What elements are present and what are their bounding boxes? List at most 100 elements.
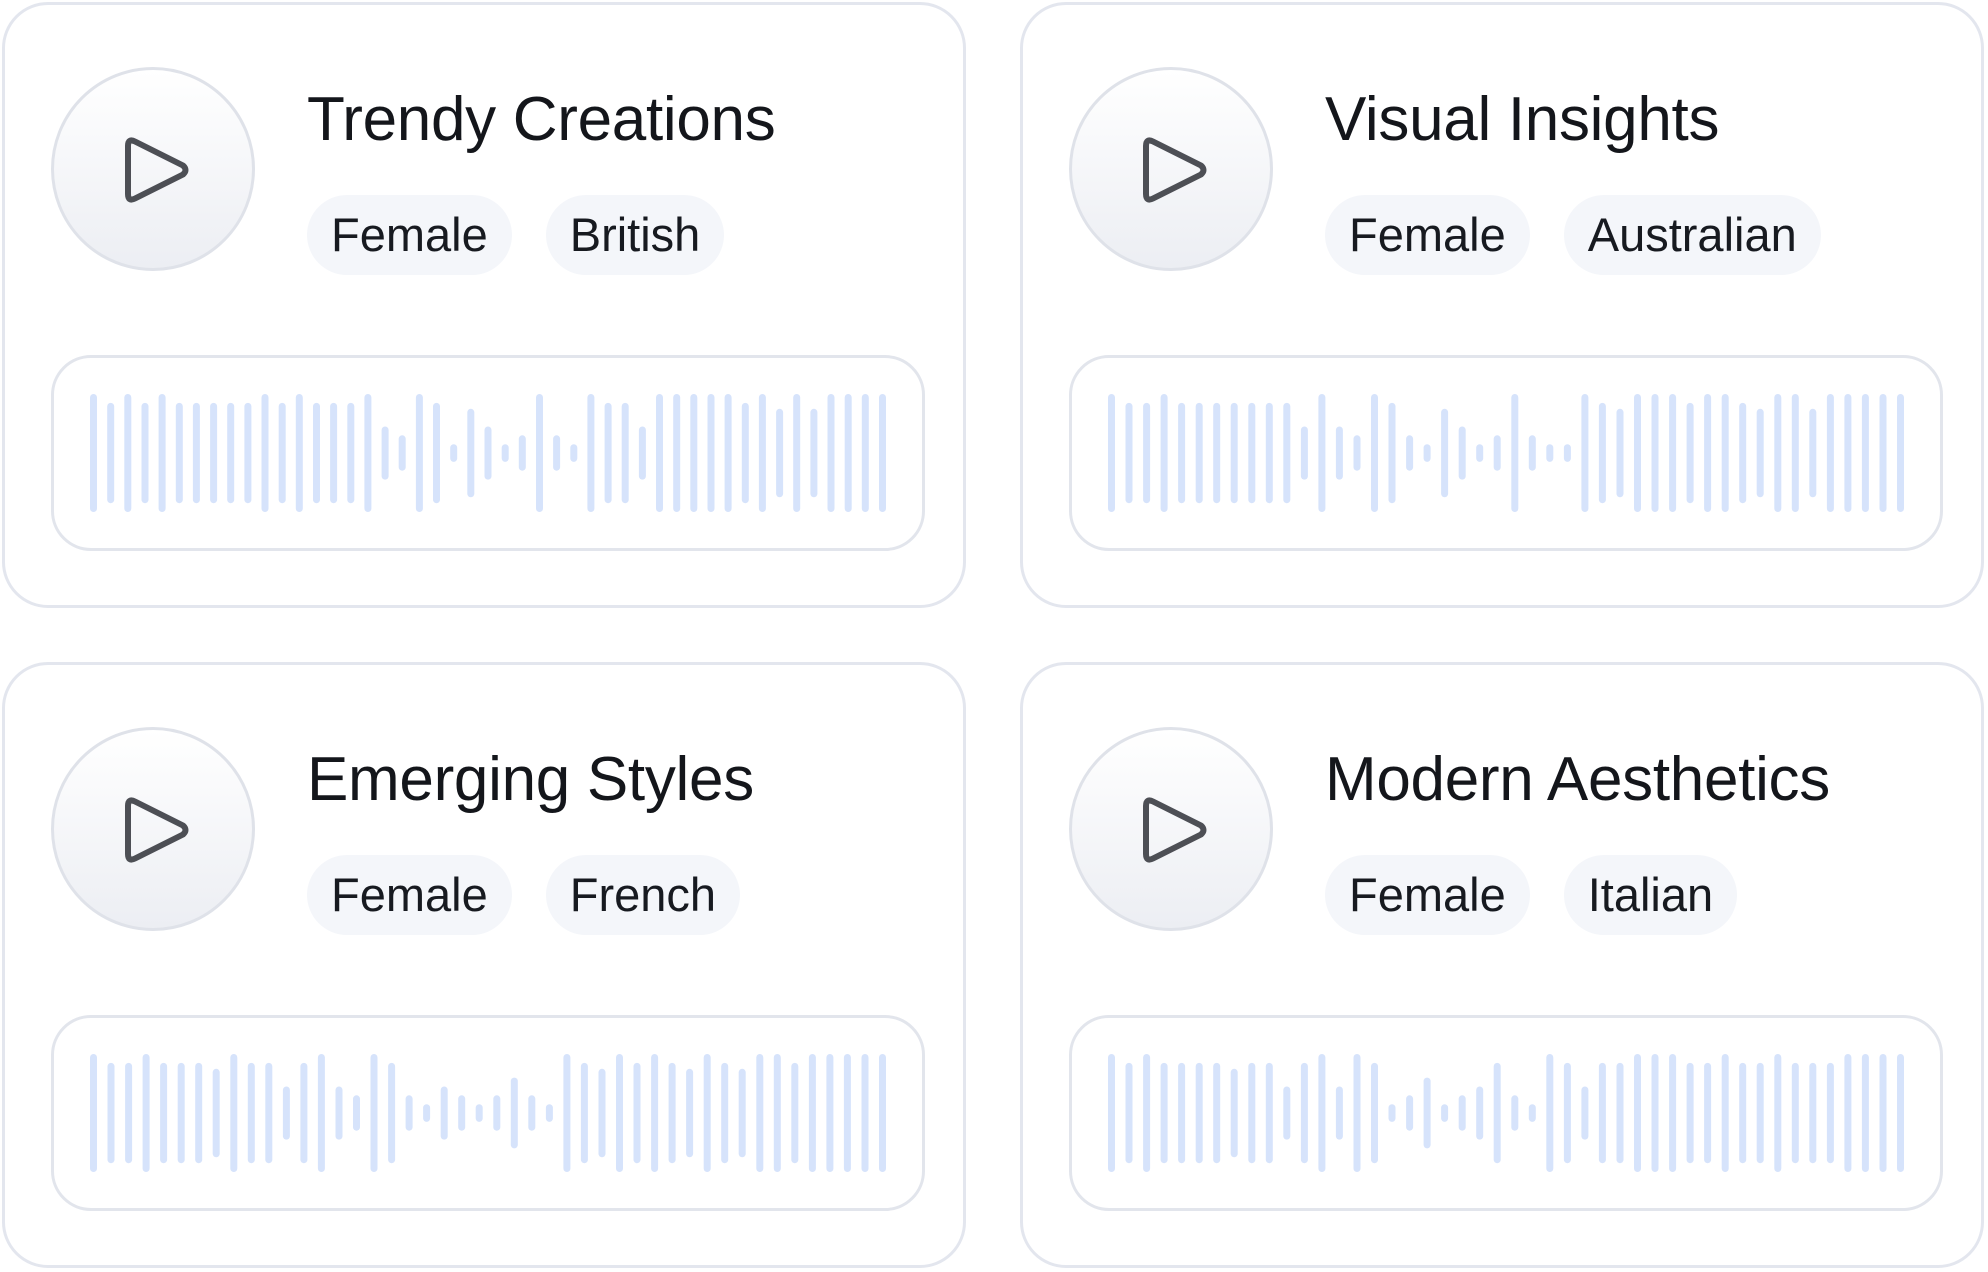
waveform-bar bbox=[758, 394, 766, 512]
waveform-bar bbox=[1406, 1095, 1414, 1131]
waveform-bar bbox=[230, 1054, 238, 1172]
accent-tag: British bbox=[545, 195, 725, 275]
audio-waveform[interactable] bbox=[51, 1015, 925, 1211]
waveform-bar bbox=[1721, 394, 1729, 512]
waveform-bar bbox=[1774, 1054, 1782, 1172]
waveform-bar bbox=[1634, 1054, 1641, 1172]
waveform-bar bbox=[1879, 1054, 1887, 1172]
waveform-bar bbox=[1879, 394, 1887, 512]
waveform-bar bbox=[879, 394, 886, 512]
waveform-bar bbox=[212, 1068, 220, 1158]
waveform-bar bbox=[861, 394, 869, 512]
waveform-bar bbox=[210, 402, 218, 504]
waveform-bar bbox=[364, 394, 372, 512]
waveform-bar bbox=[1826, 1062, 1834, 1164]
audio-waveform[interactable] bbox=[1069, 1015, 1943, 1211]
waveform-bar bbox=[1756, 1062, 1764, 1164]
waveform-bar bbox=[1283, 402, 1291, 504]
waveform-bar bbox=[1739, 1062, 1747, 1164]
waveform-bar bbox=[158, 394, 166, 512]
waveform-bar bbox=[160, 1062, 168, 1164]
voice-card-grid: Trendy Creations Female British Visual I… bbox=[0, 0, 1988, 1272]
waveform-bar bbox=[1528, 435, 1536, 471]
waveform-bar bbox=[1160, 1062, 1168, 1164]
waveform-bar bbox=[1598, 402, 1606, 504]
waveform-bar bbox=[1563, 444, 1571, 462]
waveform-bar bbox=[141, 402, 149, 504]
waveform-bar bbox=[353, 1095, 360, 1131]
voice-card: Trendy Creations Female British bbox=[2, 2, 966, 608]
waveform-bar bbox=[528, 1095, 536, 1131]
waveform-bar bbox=[1318, 394, 1326, 512]
waveform-bar bbox=[282, 1086, 290, 1140]
waveform-bar bbox=[1458, 1095, 1466, 1131]
waveform-bar bbox=[142, 1054, 150, 1172]
waveform-bar bbox=[1511, 394, 1519, 512]
waveform-bar bbox=[686, 1068, 694, 1158]
waveform-bar bbox=[1581, 394, 1589, 512]
accent-tag: French bbox=[545, 855, 741, 935]
waveform-bar bbox=[398, 435, 406, 471]
waveform-bar bbox=[1423, 1077, 1431, 1149]
waveform-bar bbox=[1353, 435, 1361, 471]
waveform-bar bbox=[1756, 408, 1764, 498]
waveform-bar bbox=[1844, 1054, 1852, 1172]
waveform-bar bbox=[621, 402, 629, 504]
audio-waveform[interactable] bbox=[51, 355, 925, 551]
waveform-bar bbox=[1826, 394, 1834, 512]
play-button[interactable] bbox=[51, 727, 255, 931]
waveform-bar bbox=[1388, 1104, 1396, 1122]
waveform-bar bbox=[1423, 444, 1431, 462]
play-button[interactable] bbox=[1069, 727, 1273, 931]
waveform-bar bbox=[1371, 394, 1378, 512]
audio-waveform[interactable] bbox=[1069, 355, 1943, 551]
waveform-bar bbox=[724, 394, 732, 512]
waveform-bar bbox=[1108, 394, 1115, 512]
waveform-bar bbox=[1406, 435, 1414, 471]
play-button[interactable] bbox=[51, 67, 255, 271]
waveform-bar bbox=[1669, 394, 1677, 512]
waveform-bar bbox=[1265, 1062, 1273, 1164]
waveform-bar bbox=[125, 1062, 133, 1164]
waveform-bar bbox=[261, 394, 269, 512]
waveform-bar bbox=[707, 394, 715, 512]
waveform-bar bbox=[1178, 402, 1186, 504]
waveform-bar bbox=[1844, 394, 1852, 512]
waveform-bar bbox=[1300, 1062, 1308, 1164]
waveform-bar bbox=[195, 1062, 203, 1164]
accent-tag: Australian bbox=[1563, 195, 1821, 275]
waveform-bar bbox=[1598, 1062, 1606, 1164]
waveform-bar bbox=[347, 402, 355, 504]
waveform-bar bbox=[793, 394, 801, 512]
waveform-bar bbox=[265, 1062, 273, 1164]
waveform-bar bbox=[773, 1054, 781, 1172]
waveform-bar bbox=[1651, 394, 1659, 512]
waveform-bar bbox=[1704, 1062, 1712, 1164]
waveform-bar bbox=[1721, 1054, 1729, 1172]
waveform-bar bbox=[1476, 444, 1484, 462]
waveform-bar bbox=[1897, 1054, 1904, 1172]
waveform-bar bbox=[616, 1054, 623, 1172]
waveform-bar bbox=[1213, 1062, 1221, 1164]
waveform-bar bbox=[553, 435, 561, 471]
waveform-bar bbox=[107, 402, 115, 504]
waveform-bar bbox=[604, 402, 612, 504]
waveform-bar bbox=[405, 1095, 413, 1131]
waveform-bar bbox=[598, 1068, 606, 1158]
waveform-bar bbox=[776, 408, 784, 498]
waveform-bar bbox=[107, 1062, 115, 1164]
waveform-bar bbox=[1669, 1054, 1677, 1172]
gender-tag: Female bbox=[307, 855, 512, 935]
waveform-bar bbox=[467, 408, 475, 498]
waveform-bars bbox=[90, 1054, 886, 1172]
waveform-bar bbox=[90, 394, 97, 512]
voice-tags: Female Australian bbox=[1325, 195, 1821, 275]
waveform-bar bbox=[1125, 402, 1133, 504]
waveform-bar bbox=[1458, 426, 1466, 480]
play-button[interactable] bbox=[1069, 67, 1273, 271]
waveform-bar bbox=[1335, 1086, 1343, 1140]
gender-tag: Female bbox=[1325, 855, 1530, 935]
gender-tag: Female bbox=[1325, 195, 1530, 275]
waveform-bar bbox=[1809, 1062, 1817, 1164]
waveform-bar bbox=[844, 394, 852, 512]
